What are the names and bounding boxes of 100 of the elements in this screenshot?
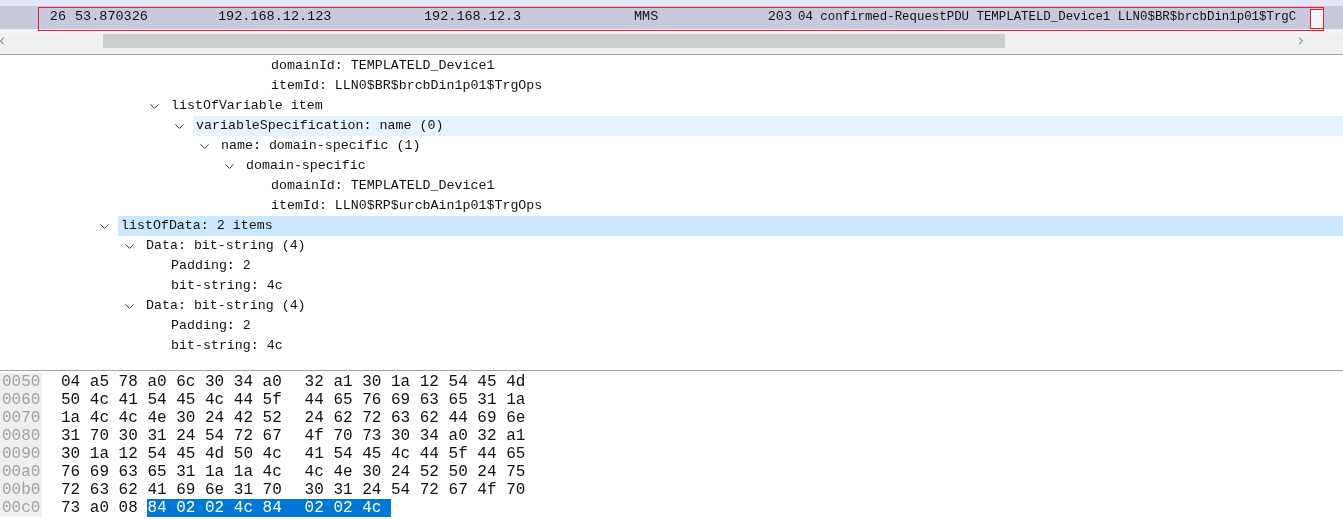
hex-byte[interactable]: 70 xyxy=(89,427,119,445)
hex-byte[interactable]: 4c xyxy=(390,445,420,463)
hex-byte[interactable]: a0 xyxy=(448,427,478,445)
tree-item[interactable]: domainId: TEMPLATELD_Device1 xyxy=(268,176,1343,196)
hex-byte[interactable]: 24 xyxy=(477,463,507,481)
hex-byte[interactable]: 1a xyxy=(89,445,119,463)
hex-byte[interactable]: 4f xyxy=(304,427,334,445)
hex-byte[interactable]: a1 xyxy=(333,373,363,391)
hex-byte[interactable]: 65 xyxy=(448,391,478,409)
hex-byte[interactable]: 4c xyxy=(362,499,391,517)
scrollbar-thumb[interactable] xyxy=(103,34,1005,48)
hex-byte[interactable]: 34 xyxy=(233,373,263,391)
hex-byte[interactable]: 41 xyxy=(147,481,177,499)
hex-byte[interactable]: 30 xyxy=(390,427,420,445)
hex-byte[interactable]: 44 xyxy=(477,445,507,463)
hex-byte[interactable]: a0 xyxy=(262,373,305,391)
tree-item[interactable]: listOfData: 2 items xyxy=(118,216,1343,236)
hex-byte[interactable]: 02 xyxy=(205,499,234,517)
hex-byte[interactable]: 24 xyxy=(304,409,334,427)
hex-byte[interactable]: 52 xyxy=(419,463,449,481)
tree-item[interactable]: listOfVariable item xyxy=(168,96,1343,116)
hex-byte[interactable]: 63 xyxy=(118,463,148,481)
packet-row[interactable]: 26 53.870326 192.168.12.123 192.168.12.3 MMS 203 04 confirmed-RequestPDU TEMPLATELD_Device1 LLN0$BR$brcbDin1p01$TrgC xyxy=(0,6,1343,29)
hex-byte[interactable]: 69 xyxy=(390,391,420,409)
hex-byte[interactable]: 54 xyxy=(205,427,234,445)
hex-byte[interactable]: 44 xyxy=(448,409,478,427)
hex-byte[interactable]: 02 xyxy=(333,499,363,517)
hex-byte[interactable]: 45 xyxy=(176,391,205,409)
hex-byte[interactable]: a1 xyxy=(506,427,535,445)
hex-byte[interactable]: 1a xyxy=(233,463,263,481)
hex-byte[interactable]: 30 xyxy=(176,409,205,427)
hex-byte[interactable]: 45 xyxy=(362,445,391,463)
tree-item[interactable]: domain-specific xyxy=(243,156,1343,176)
hex-byte[interactable]: 78 xyxy=(118,373,148,391)
tree-item[interactable]: Data: bit-string (4) xyxy=(143,296,1343,316)
hex-byte[interactable]: 1a xyxy=(390,373,420,391)
hex-byte[interactable]: 30 xyxy=(362,373,391,391)
hex-byte[interactable]: 84 xyxy=(262,499,305,517)
hex-byte[interactable]: 54 xyxy=(333,445,363,463)
hex-byte[interactable]: 4f xyxy=(477,481,507,499)
hex-byte[interactable]: 6e xyxy=(205,481,234,499)
hex-byte[interactable]: 04 xyxy=(61,373,90,391)
hex-byte[interactable]: 4d xyxy=(205,445,234,463)
hex-byte[interactable]: 76 xyxy=(362,391,391,409)
hex-byte[interactable]: a0 xyxy=(147,373,177,391)
hex-byte[interactable]: 63 xyxy=(419,391,449,409)
hex-byte[interactable]: 72 xyxy=(61,481,90,499)
hex-byte[interactable]: 4e xyxy=(333,463,363,481)
hex-byte[interactable]: 70 xyxy=(333,427,363,445)
hex-byte[interactable]: 4c xyxy=(89,391,119,409)
hex-byte[interactable]: 50 xyxy=(448,463,478,481)
hex-byte[interactable]: 65 xyxy=(147,463,177,481)
hex-byte[interactable]: 69 xyxy=(477,409,507,427)
hex-byte[interactable]: 72 xyxy=(419,481,449,499)
tree-item[interactable]: Padding: 2 xyxy=(168,316,1343,336)
tree-item[interactable]: variableSpecification: name (0) xyxy=(193,116,1343,136)
tree-item[interactable]: itemId: LLN0$BR$brcbDin1p01$TrgOps xyxy=(268,76,1343,96)
hex-byte[interactable]: 44 xyxy=(419,445,449,463)
hex-byte[interactable]: 31 xyxy=(61,427,90,445)
hex-byte[interactable]: 41 xyxy=(118,391,148,409)
hex-byte[interactable]: 54 xyxy=(448,373,478,391)
hex-byte[interactable]: 31 xyxy=(233,481,263,499)
tree-item[interactable]: bit-string: 4c xyxy=(168,336,1343,356)
hex-byte[interactable]: 31 xyxy=(147,427,177,445)
hex-byte[interactable]: 24 xyxy=(390,463,420,481)
hex-byte[interactable]: 08 xyxy=(118,499,148,517)
hex-byte[interactable]: 5f xyxy=(262,391,305,409)
hex-byte[interactable]: 4c xyxy=(89,409,119,427)
hex-byte[interactable]: 1a xyxy=(205,463,234,481)
hex-byte[interactable]: 4c xyxy=(205,391,234,409)
hex-byte[interactable]: 4c xyxy=(118,409,148,427)
hex-byte[interactable]: 62 xyxy=(118,481,148,499)
hex-byte[interactable]: 44 xyxy=(233,391,263,409)
hex-byte[interactable]: 63 xyxy=(89,481,119,499)
hex-byte[interactable]: 70 xyxy=(262,481,305,499)
hex-byte[interactable]: 24 xyxy=(176,427,205,445)
tree-item[interactable]: itemId: LLN0$RP$urcbAin1p01$TrgOps xyxy=(268,196,1343,216)
hex-byte[interactable]: 31 xyxy=(333,481,363,499)
hex-byte[interactable]: 41 xyxy=(304,445,334,463)
hex-byte[interactable]: 75 xyxy=(506,463,535,481)
hex-byte[interactable]: 5f xyxy=(448,445,478,463)
hex-byte[interactable]: 02 xyxy=(304,499,334,517)
hex-byte[interactable]: 69 xyxy=(89,463,119,481)
hex-byte[interactable]: 30 xyxy=(205,373,234,391)
hex-byte[interactable]: 45 xyxy=(477,373,507,391)
hex-byte[interactable]: 24 xyxy=(362,481,391,499)
hex-byte[interactable]: 4d xyxy=(506,373,535,391)
hex-byte[interactable]: 4e xyxy=(147,409,177,427)
hex-byte[interactable]: 31 xyxy=(477,391,507,409)
hex-byte[interactable]: 30 xyxy=(118,427,148,445)
hex-byte[interactable]: 73 xyxy=(362,427,391,445)
tree-item[interactable]: bit-string: 4c xyxy=(168,276,1343,296)
hex-byte[interactable]: 30 xyxy=(304,481,334,499)
hex-byte[interactable]: 6c xyxy=(176,373,205,391)
horizontal-scrollbar[interactable] xyxy=(0,33,1343,49)
hex-byte[interactable]: 12 xyxy=(419,373,449,391)
hex-byte[interactable]: 4c xyxy=(233,499,263,517)
tree-item[interactable]: Data: bit-string (4) xyxy=(143,236,1343,256)
hex-byte[interactable]: 65 xyxy=(506,445,535,463)
hex-byte[interactable]: 24 xyxy=(205,409,234,427)
